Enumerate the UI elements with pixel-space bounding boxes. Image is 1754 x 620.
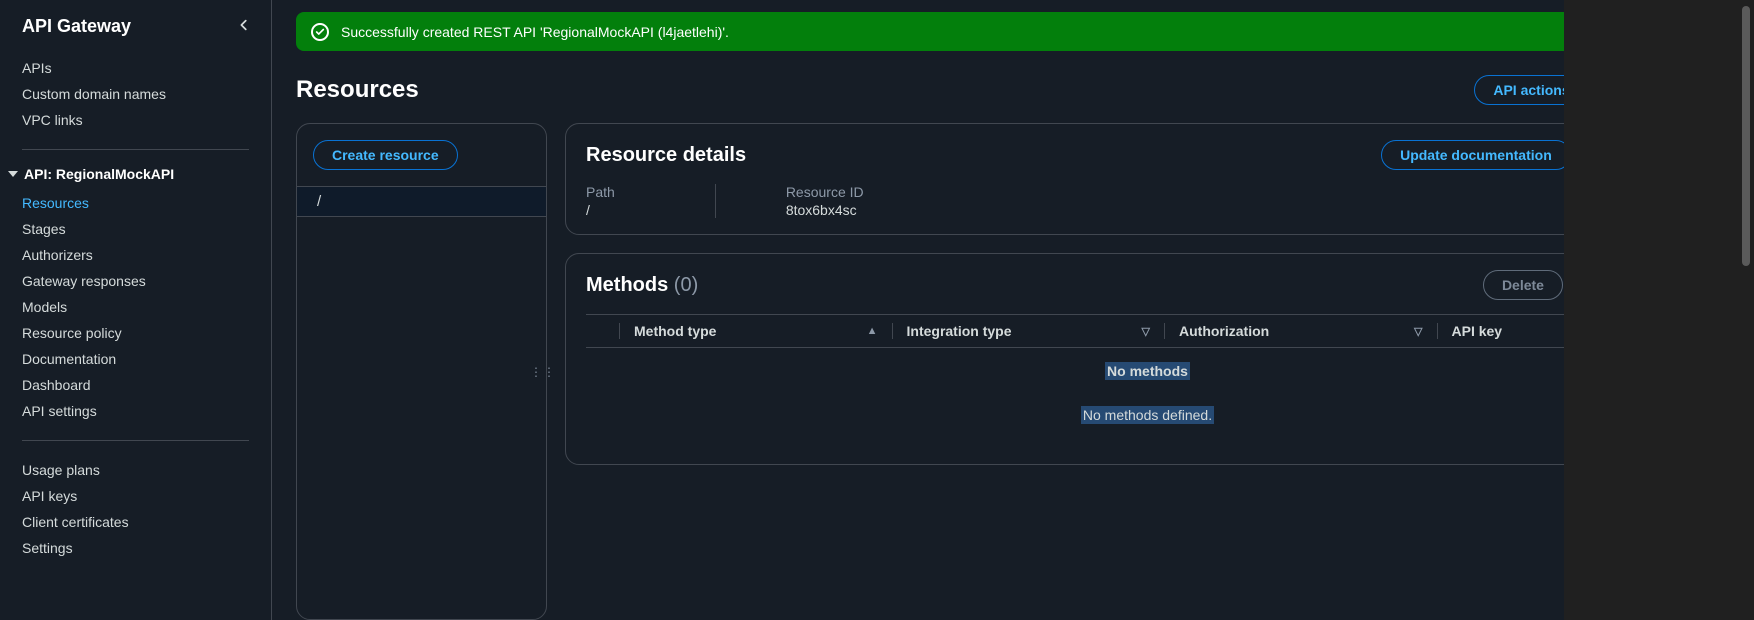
sidebar-link-models[interactable]: Models (0, 294, 271, 320)
page-header: Resources API actions Deploy API (296, 75, 1730, 105)
details-column: Resource details Update documentation En… (565, 123, 1730, 620)
create-resource-label: Create resource (332, 147, 439, 163)
sidebar-link-resource-policy[interactable]: Resource policy (0, 320, 271, 346)
resource-details-title: Resource details (586, 144, 746, 167)
sidebar-api-group: Resources Stages Authorizers Gateway res… (0, 186, 271, 428)
main-content: Successfully created REST API 'RegionalM… (272, 0, 1754, 620)
sidebar-link-settings[interactable]: Settings (0, 535, 271, 561)
methods-title-text: Methods (586, 274, 668, 296)
column-method-type-label: Method type (634, 323, 716, 339)
sort-icon: ▽ (1142, 325, 1150, 338)
column-api-key-label: API key (1452, 323, 1503, 339)
panel-resize-handle[interactable]: ⋮⋮ (530, 365, 556, 379)
sidebar-link-apis[interactable]: APIs (0, 55, 271, 81)
sidebar-link-stages[interactable]: Stages (0, 216, 271, 242)
sidebar-link-resources[interactable]: Resources (0, 190, 271, 216)
page-title: Resources (296, 76, 419, 104)
delete-method-label: Delete (1502, 277, 1544, 293)
sidebar: API Gateway APIs Custom domain names VPC… (0, 0, 272, 620)
resource-tree: / (297, 186, 546, 619)
sidebar-link-custom-domain-names[interactable]: Custom domain names (0, 81, 271, 107)
resources-panel: Create resource / ⋮⋮ (296, 123, 547, 620)
methods-count: (0) (674, 274, 698, 296)
methods-table-header: Method type ▲ Integration type ▽ Authori… (586, 314, 1709, 348)
update-documentation-label: Update documentation (1400, 147, 1552, 163)
empty-title: No methods (1105, 362, 1190, 380)
resource-details-panel: Resource details Update documentation En… (565, 123, 1730, 235)
methods-title: Methods (0) (586, 274, 698, 297)
methods-empty-state: No methods No methods defined. (586, 348, 1709, 448)
sidebar-divider-2 (22, 440, 249, 441)
kv-separator (715, 184, 716, 218)
content-row: Create resource / ⋮⋮ Resource details Up… (296, 123, 1730, 620)
sidebar-bottom-group: Usage plans API keys Client certificates… (0, 453, 271, 565)
resource-kv-row: Path / Resource ID 8tox6bx4sc (586, 184, 1709, 218)
sidebar-link-api-keys[interactable]: API keys (0, 483, 271, 509)
create-resource-button[interactable]: Create resource (313, 140, 458, 170)
column-authorization-label: Authorization (1179, 323, 1269, 339)
sidebar-link-vpc-links[interactable]: VPC links (0, 107, 271, 133)
sidebar-link-authorizers[interactable]: Authorizers (0, 242, 271, 268)
sort-icon: ▽ (1414, 325, 1422, 338)
select-all-column (586, 323, 620, 339)
flash-message: Successfully created REST API 'RegionalM… (341, 24, 1693, 40)
column-method-type[interactable]: Method type ▲ (620, 323, 893, 339)
flash-success: Successfully created REST API 'RegionalM… (296, 12, 1730, 51)
empty-body: No methods defined. (1081, 406, 1214, 424)
api-actions-label: API actions (1493, 82, 1569, 98)
sidebar-api-header[interactable]: API: RegionalMockAPI (0, 162, 271, 186)
sidebar-divider (22, 149, 249, 150)
delete-method-button[interactable]: Delete (1483, 270, 1563, 300)
column-authorization[interactable]: Authorization ▽ (1165, 323, 1438, 339)
resource-id-label: Resource ID (786, 184, 864, 200)
resource-tree-root[interactable]: / (297, 186, 546, 217)
path-value: / (586, 202, 615, 218)
sidebar-link-client-certificates[interactable]: Client certificates (0, 509, 271, 535)
service-title: API Gateway (22, 16, 131, 37)
sidebar-link-dashboard[interactable]: Dashboard (0, 372, 271, 398)
methods-panel: Methods (0) Delete Create method (565, 253, 1730, 465)
path-block: Path / (586, 184, 655, 218)
sidebar-collapse-icon[interactable] (237, 18, 251, 35)
sidebar-link-usage-plans[interactable]: Usage plans (0, 457, 271, 483)
sidebar-link-api-settings[interactable]: API settings (0, 398, 271, 424)
sidebar-link-gateway-responses[interactable]: Gateway responses (0, 268, 271, 294)
resource-id-block: Resource ID 8tox6bx4sc (776, 184, 904, 218)
sidebar-link-documentation[interactable]: Documentation (0, 346, 271, 372)
scrollbar-thumb[interactable] (1742, 6, 1750, 266)
sidebar-api-header-label: API: RegionalMockAPI (24, 166, 174, 182)
column-integration-type[interactable]: Integration type ▽ (893, 323, 1166, 339)
resource-id-value: 8tox6bx4sc (786, 202, 864, 218)
right-scrollbar-gutter (1564, 0, 1754, 620)
check-circle-icon (311, 23, 329, 41)
caret-down-icon (8, 171, 18, 177)
update-documentation-button[interactable]: Update documentation (1381, 140, 1571, 170)
sidebar-top-group: APIs Custom domain names VPC links (0, 51, 271, 137)
path-label: Path (586, 184, 615, 200)
sort-asc-icon: ▲ (867, 325, 878, 337)
column-integration-type-label: Integration type (907, 323, 1012, 339)
